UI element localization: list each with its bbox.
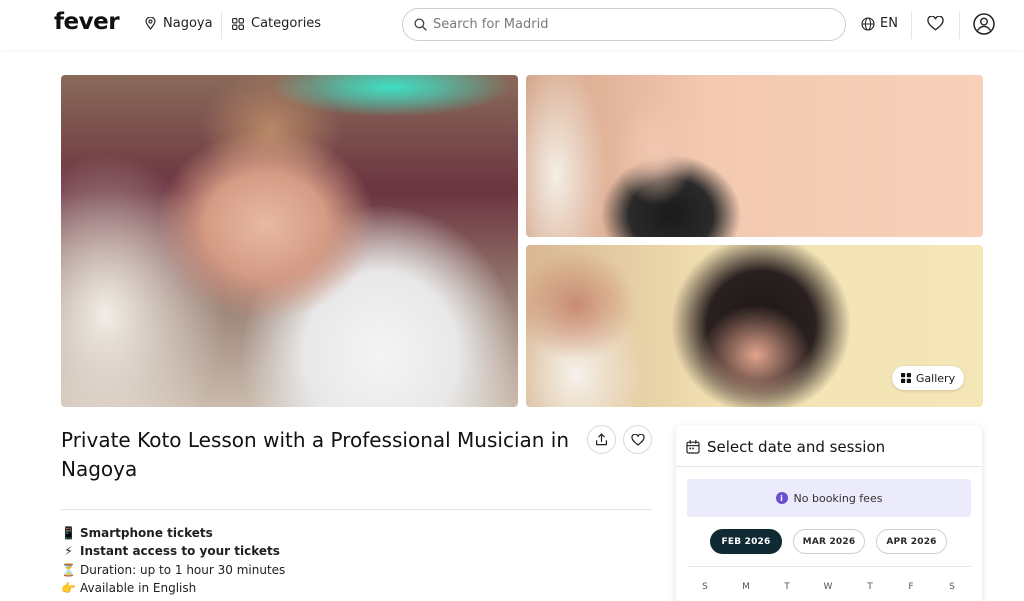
nav-divider: [221, 12, 222, 39]
lightning-icon: ⚡: [64, 544, 73, 558]
gallery-photo-top[interactable]: [526, 75, 983, 237]
weekday-label: M: [742, 582, 750, 592]
heart-icon: [630, 433, 645, 446]
section-divider: [61, 509, 652, 510]
fees-text: No booking fees: [793, 491, 883, 505]
weekday-label: T: [784, 582, 790, 592]
weekday-label: F: [908, 582, 914, 592]
event-title: Private Koto Lesson with a Professional …: [61, 428, 570, 481]
month-tab-apr-2026[interactable]: APR 2026: [876, 529, 947, 554]
fever-logo[interactable]: fever: [54, 9, 120, 35]
feature-smartphone-tickets: 📱 Smartphone tickets: [61, 526, 213, 540]
search-bar[interactable]: [402, 8, 846, 41]
top-navigation-bar: fever Nagoya Categories EN: [0, 0, 1024, 50]
grid-icon: [900, 373, 911, 383]
weekday-label: S: [949, 582, 955, 592]
gallery-label: Gallery: [915, 371, 956, 385]
share-button[interactable]: [587, 425, 616, 454]
language-selector[interactable]: EN: [861, 16, 898, 31]
main-event-photo[interactable]: [61, 75, 518, 407]
search-input[interactable]: [433, 9, 833, 40]
city-selector[interactable]: Nagoya: [145, 16, 213, 31]
booking-card: Select date and session i No booking fee…: [676, 425, 982, 601]
feature-text: Smartphone tickets: [80, 526, 213, 540]
location-pin-icon: [145, 17, 156, 30]
booking-card-header: Select date and session: [686, 438, 885, 456]
calendar-icon: [686, 440, 700, 454]
feature-text: Instant access to your tickets: [80, 544, 280, 558]
language-label: EN: [880, 16, 898, 31]
weekday-label: T: [867, 582, 873, 592]
search-icon: [414, 18, 427, 31]
info-icon: i: [775, 492, 788, 504]
city-label: Nagoya: [163, 16, 213, 31]
categories-label: Categories: [251, 16, 322, 31]
save-to-favorites-button[interactable]: [623, 425, 652, 454]
nav-divider: [911, 12, 912, 39]
nav-divider: [959, 12, 960, 39]
user-icon[interactable]: [973, 13, 995, 35]
heart-icon[interactable]: [927, 16, 944, 31]
hourglass-icon: ⏳: [61, 563, 76, 577]
calendar-divider: [687, 566, 971, 567]
weekday-label: S: [702, 582, 708, 592]
feature-duration: ⏳ Duration: up to 1 hour 30 minutes: [61, 563, 285, 577]
pointing-hand-icon: 👉: [61, 581, 76, 595]
month-tab-feb-2026[interactable]: FEB 2026: [710, 529, 782, 554]
feature-instant-access: ⚡ Instant access to your tickets: [61, 544, 280, 558]
no-booking-fees-notice: i No booking fees: [687, 479, 971, 517]
grid-icon: [232, 17, 244, 30]
weekday-label: W: [823, 582, 833, 592]
feature-text: Available in English: [80, 581, 197, 595]
gallery-button[interactable]: Gallery: [892, 366, 964, 390]
share-icon: [596, 433, 607, 446]
card-divider: [676, 466, 982, 467]
globe-icon: [861, 16, 875, 31]
categories-menu[interactable]: Categories: [232, 16, 321, 31]
feature-text: Duration: up to 1 hour 30 minutes: [80, 563, 286, 577]
booking-heading: Select date and session: [707, 438, 886, 456]
month-tab-mar-2026[interactable]: MAR 2026: [793, 529, 865, 554]
smartphone-icon: 📱: [61, 526, 76, 540]
feature-language: 👉 Available in English: [61, 581, 196, 595]
